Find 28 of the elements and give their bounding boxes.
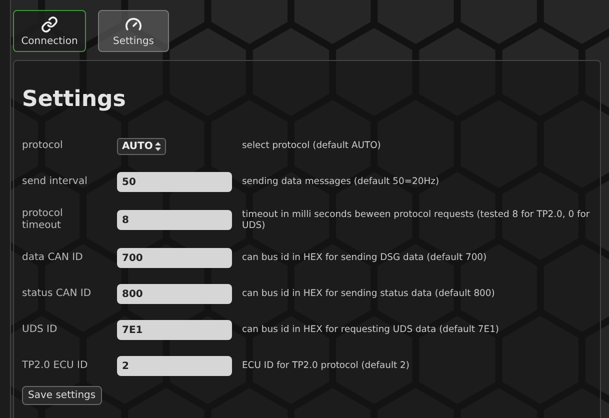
field-label: send interval — [22, 176, 88, 188]
input-field[interactable]: 8 — [117, 210, 232, 230]
input-field[interactable]: 50 — [117, 172, 232, 192]
field-label: data CAN ID — [22, 252, 84, 264]
gauge-icon — [125, 16, 142, 32]
field-description: sending data messages (default 50=20Hz) — [242, 176, 440, 188]
save-button[interactable]: Save settings — [22, 386, 102, 405]
field-label: UDS ID — [22, 324, 58, 336]
panel-title: Settings — [22, 87, 127, 112]
field-description: select protocol (default AUTO) — [242, 140, 382, 152]
field-description: ECU ID for TP2.0 protocol (default 2) — [242, 360, 410, 372]
field-label: protocol timeout — [22, 208, 64, 232]
input-field[interactable]: 2 — [117, 356, 232, 376]
field-description: can bus id in HEX for sending status data (default 800) — [242, 288, 496, 300]
input-field[interactable]: 700 — [117, 248, 232, 268]
up-down-arrows-icon — [154, 142, 161, 150]
input-field[interactable]: 7E1 — [117, 320, 232, 340]
field-description: can bus id in HEX for requesting UDS data (default 7E1) — [242, 324, 500, 336]
field-label: protocol — [22, 140, 64, 152]
input-field[interactable]: 800 — [117, 284, 232, 304]
tab[interactable]: Settings — [98, 10, 169, 52]
field-label: status CAN ID — [22, 288, 92, 300]
field-label: TP2.0 ECU ID — [22, 360, 89, 372]
field-description: can bus id in HEX for sending DSG data (default 700) — [242, 252, 488, 264]
tab[interactable]: Connection — [13, 10, 86, 52]
protocol-select[interactable]: AUTO — [117, 138, 166, 154]
field-description: timeout in milli seconds beween protocol requests (tested 8 for TP2.0, 0 for UDS) — [242, 208, 591, 232]
link-icon — [41, 16, 58, 32]
